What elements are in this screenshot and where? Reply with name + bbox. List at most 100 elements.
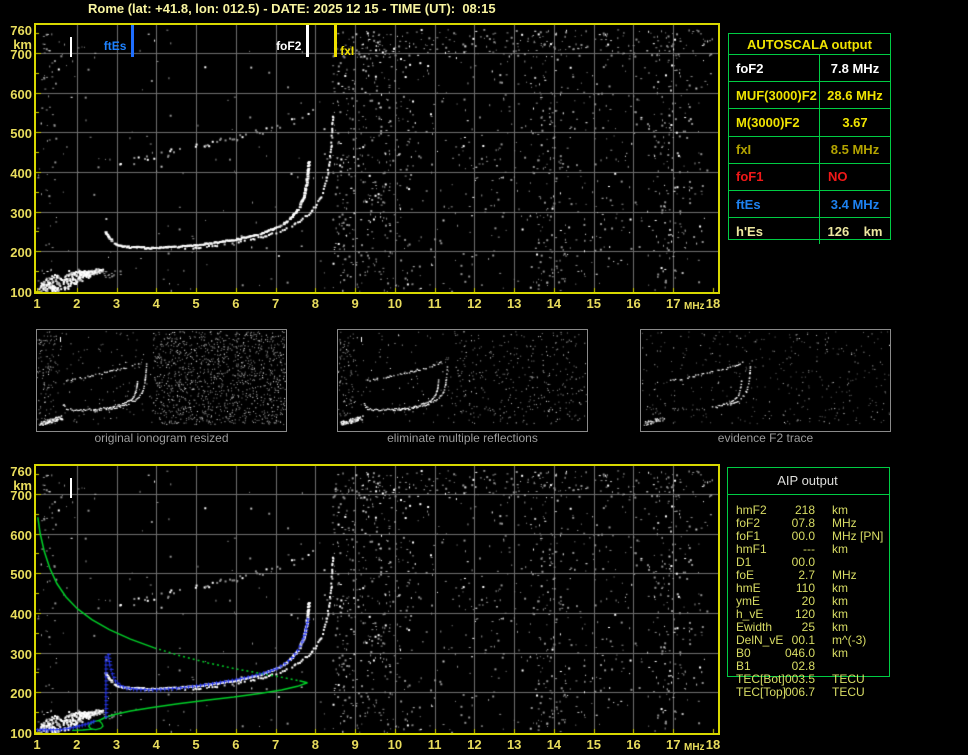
- autoscala-row-value: 28.6 MHz: [827, 87, 883, 103]
- x-tick-label: 7: [271, 737, 280, 752]
- thumbnail-original-canvas: [37, 330, 286, 426]
- x-tick-label: 9: [351, 296, 359, 311]
- x-tick-label: 15: [586, 296, 601, 311]
- autoscala-row: ftEs 3.4 MHz: [729, 189, 890, 218]
- autoscala-row-value: 126 km: [827, 223, 883, 239]
- x-tick-label: 7: [271, 296, 280, 311]
- aip-row-unit: km: [832, 542, 848, 556]
- x-tick-label: 5: [192, 296, 200, 311]
- thumbnail-original-caption: original ionogram resized: [94, 431, 229, 445]
- x-tick-label: 18: [705, 296, 721, 311]
- autoscala-row-value: 8.5 MHz: [830, 142, 880, 158]
- y-tick-label: 500: [10, 567, 32, 583]
- x-tick-label: 17: [666, 737, 681, 752]
- ionogram-plot-top: ftEs foF2 fxI: [34, 23, 720, 294]
- aip-row-unit: TECU: [832, 685, 865, 699]
- x-tick-label: 14: [546, 737, 562, 752]
- autoscala-panel: AUTOSCALA output foF2 7.8 MHz MUF(3000)F2 2…: [728, 33, 891, 245]
- page-title: Rome (lat: +41.8, lon: 012.5) - DATE: 20…: [88, 1, 496, 16]
- autoscala-row-label: foF2: [729, 55, 820, 82]
- x-tick-label: 10: [387, 296, 403, 311]
- autoscala-rows: foF2 7.8 MHz MUF(3000)F2 28.6 MHz M(3000)F2 3…: [729, 54, 890, 245]
- aip-row-value: 006.7: [784, 685, 815, 699]
- aip-panel: AIP output hmF2 218 km foF2 07.8 MHz foF1 00.0 M…: [727, 467, 890, 712]
- x-tick-label: 3: [112, 737, 121, 752]
- autoscala-row-value: 7.8 MHz: [830, 60, 880, 76]
- ionogram-canvas-top: [36, 25, 718, 292]
- x-tick-label: 12: [467, 296, 482, 311]
- y-tick-label: 200: [10, 245, 32, 261]
- marker-fxI-line: [334, 25, 338, 57]
- marker-foF2-label: foF2: [276, 39, 302, 53]
- aip-row-unit: km: [832, 646, 848, 660]
- autoscala-row: foF1 NO: [729, 162, 890, 190]
- x-tick-label: 2: [73, 737, 81, 752]
- ionogram-canvas-bottom: [36, 466, 718, 733]
- aip-row: TEC[Top] 006.7 TECU: [727, 686, 890, 699]
- autoscala-row-value: 3.67: [842, 114, 868, 130]
- x-axis-unit-label: MHz: [684, 301, 705, 312]
- autoscala-header: AUTOSCALA output: [747, 37, 872, 52]
- x-tick-label: 16: [626, 737, 641, 752]
- x-axis-unit-label: MHz: [684, 742, 705, 753]
- marker-ftEs-line: [131, 25, 135, 57]
- x-tick-label: 12: [467, 737, 482, 752]
- y-tick-label: 700: [10, 487, 32, 503]
- y-tick-label: 760: [10, 22, 32, 38]
- x-tick-label: 8: [311, 296, 319, 311]
- autoscala-row: fxI 8.5 MHz: [729, 135, 890, 163]
- x-tick-label: 14: [546, 296, 562, 311]
- y-tick-label: 300: [10, 646, 32, 662]
- y-tick-label: 500: [10, 126, 32, 142]
- thumbnail-eliminate-canvas: [338, 330, 587, 426]
- x-tick-label: 4: [152, 296, 160, 311]
- x-tick-label: 13: [506, 296, 522, 311]
- y-tick-label: 600: [10, 86, 32, 102]
- aip-header: AIP output: [777, 473, 838, 488]
- thumbnail-evidence-caption: evidence F2 trace: [717, 431, 814, 445]
- y-tick-label: 400: [10, 606, 32, 622]
- thumbnail-evidence-f2: [640, 329, 891, 432]
- x-tick-label: 13: [506, 737, 522, 752]
- y-tick-label: 600: [10, 527, 32, 543]
- x-tick-label: 5: [192, 737, 200, 752]
- x-tick-label: 8: [311, 737, 319, 752]
- autoscala-row-label: foF1: [729, 163, 820, 190]
- thumbnail-evidence-canvas: [641, 330, 890, 426]
- x-tick-label: 17: [666, 296, 681, 311]
- autoscala-row-value: 3.4 MHz: [830, 196, 880, 212]
- autoscala-row: foF2 7.8 MHz: [729, 54, 890, 82]
- autoscala-row-value: NO: [828, 169, 848, 185]
- x-tick-label: 15: [586, 737, 601, 752]
- x-tick-label: 11: [427, 737, 442, 752]
- y-tick-label: 100: [10, 285, 32, 300]
- marker-ftEs-label: ftEs: [103, 39, 127, 53]
- autoscala-row-label: M(3000)F2: [729, 109, 820, 136]
- thumbnail-original-ionogram: [36, 329, 287, 432]
- autoscala-row: h'Es 126 km: [729, 217, 890, 245]
- y-tick-label: 700: [10, 46, 32, 62]
- y-tick-label: 760: [10, 463, 32, 479]
- autoscala-row: M(3000)F2 3.67: [729, 108, 890, 136]
- x-tick-label: 6: [232, 296, 240, 311]
- y-tick-label: 300: [10, 205, 32, 221]
- x-tick-label: 6: [232, 737, 240, 752]
- autoscala-row-label: fxI: [729, 136, 820, 163]
- artifact-tick-bottom: [69, 478, 72, 498]
- y-tick-label: 400: [10, 165, 32, 181]
- autoscala-row-label: MUF(3000)F2: [729, 82, 820, 109]
- autoscala-screen: Rome (lat: +41.8, lon: 012.5) - DATE: 20…: [0, 0, 968, 755]
- y-tick-label: 200: [10, 686, 32, 702]
- x-tick-label: 2: [73, 296, 81, 311]
- thumbnail-eliminate-reflections: [337, 329, 588, 432]
- artifact-tick-top: [69, 37, 72, 57]
- marker-fxI-label: fxI: [340, 44, 355, 58]
- x-tick-label: 11: [427, 296, 442, 311]
- autoscala-row-label: h'Es: [729, 218, 820, 245]
- autoscala-row: MUF(3000)F2 28.6 MHz: [729, 81, 890, 109]
- ionogram-plot-bottom: [34, 464, 720, 735]
- x-tick-label: 16: [626, 296, 641, 311]
- x-tick-label: 4: [152, 737, 160, 752]
- aip-row-extra: [PN]: [860, 529, 884, 543]
- x-tick-label: 18: [705, 737, 721, 752]
